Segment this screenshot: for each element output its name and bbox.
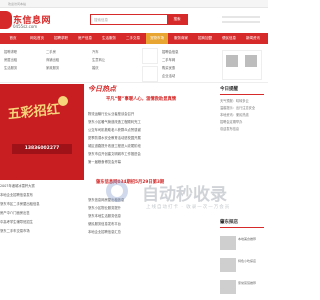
news-link[interactable]: 本地企业招聘信息发布 xyxy=(0,191,86,200)
left-news-list: 2007年诸城冰雪杯大赛 本地企业招聘信息发布 肇东市区二手房屋出租信息 房产中介门面… xyxy=(0,182,86,236)
explore-item[interactable]: 本地美食推荐 xyxy=(220,234,266,256)
side-link[interactable]: 招聘会信息 xyxy=(162,48,212,56)
news-link[interactable]: 肇东二手车交易市场 xyxy=(0,227,86,236)
reminder-item: 招聘会定期举办 xyxy=(220,120,243,124)
welcome-text: 欢迎访问本站 xyxy=(8,2,27,6)
sponsor-thumb[interactable] xyxy=(142,66,158,82)
news-link[interactable]: 中高考学生辅导班招生 xyxy=(0,218,86,227)
banner-title: 五彩招红 xyxy=(7,102,61,123)
nav-item[interactable]: 新闻资讯 xyxy=(242,33,264,44)
subnav-col-1: 招聘求职 房屋出租 生活服务 xyxy=(4,48,40,72)
reminder-item: 本地资讯：便民热线 xyxy=(220,113,249,117)
main-nav: 首页 网站首页 招聘求职 房产信息 生活服务 二手交易 宠物市场 服务商家 招商加盟 便民信息 新闻… xyxy=(0,33,268,44)
subnav-col-3: 汽车 生意转让 婚庆 xyxy=(92,48,128,72)
reminder-item: 天气预报：晴转多云 xyxy=(220,99,249,103)
reminder-title: 今日提醒 xyxy=(220,87,238,92)
nav-item[interactable]: 招聘求职 xyxy=(50,33,72,44)
header-right xyxy=(222,16,262,26)
news-link[interactable]: 第一届粮食博览会开幕 xyxy=(88,158,208,166)
news-link[interactable]: 物流运输行业从业者座谈会召开 xyxy=(88,110,208,118)
news-link[interactable]: 2007年诸城冰雪杯大赛 xyxy=(0,182,86,191)
banner-badge-icon xyxy=(58,96,68,106)
explore-caption: 特色小吃探店 xyxy=(238,259,257,263)
subnav-link[interactable]: 汽车 xyxy=(92,48,128,56)
subnav-link[interactable]: 招聘求职 xyxy=(4,48,40,56)
nav-item[interactable]: 网站首页 xyxy=(26,33,48,44)
search-input[interactable]: 搜索信息 xyxy=(94,18,108,23)
top-bar: 欢迎访问本站 xyxy=(0,0,268,8)
qr-codes xyxy=(222,50,262,80)
divider xyxy=(220,94,264,95)
nav-item[interactable]: 招商加盟 xyxy=(194,33,216,44)
reminder-list: 天气预报：晴转多云 温馨提示：出行注意安全 本地资讯：便民热线 招聘会定期举办 … xyxy=(220,98,266,133)
explore-thumb xyxy=(220,280,236,294)
side-links: 招聘会信息 二手车网 购买优惠 企业活动 xyxy=(162,48,212,80)
explore-item[interactable]: 特色小吃探店 xyxy=(220,256,266,278)
nav-item[interactable]: 首页 xyxy=(2,33,24,44)
subnav-link[interactable]: 家政服务 xyxy=(46,64,82,72)
news-link[interactable]: 肇东市召开创建文明城市工作推进会 xyxy=(88,150,208,158)
news-link[interactable]: 房产中介门面房出售 xyxy=(0,209,86,218)
nav-item[interactable]: 房产信息 xyxy=(74,33,96,44)
news-link[interactable]: 肇东市区二手房屋出租信息 xyxy=(0,200,86,209)
subnav-link[interactable]: 二手房 xyxy=(46,48,82,56)
subnav-link[interactable]: 商铺出租 xyxy=(46,56,82,64)
explore-thumb xyxy=(220,236,236,250)
search-box[interactable]: 搜索信息 搜索 xyxy=(90,14,188,25)
subnav-link[interactable]: 婚庆 xyxy=(92,64,128,72)
explore-item[interactable]: 家常菜馆推荐 xyxy=(220,278,266,300)
watermark-text: 自动秒收录 xyxy=(142,185,227,205)
side-link[interactable]: 企业活动 xyxy=(162,72,212,80)
promo-banner[interactable]: 五彩招红 13836002277 xyxy=(0,84,84,180)
qr-code-icon xyxy=(226,55,238,67)
watermark-subtext: 上线自动打卡 · 收录一次一万会员 xyxy=(146,205,231,210)
explore-thumb xyxy=(220,258,236,272)
site-logo[interactable]: 东信息网 0455sz.com xyxy=(0,11,60,31)
divider xyxy=(220,227,264,228)
side-link[interactable]: 购买优惠 xyxy=(162,64,212,72)
news-list: 物流运输行业从业者座谈会召开 肇东小区暖气管道改造工程顺利完工 公交车司机救助老人获… xyxy=(88,110,208,166)
nav-item[interactable]: 宠物市场 xyxy=(146,33,168,44)
subnav-link[interactable]: 房屋出租 xyxy=(4,56,40,64)
subnav-col-2: 二手房 商铺出租 家政服务 xyxy=(46,48,82,72)
headline-link[interactable]: 平凡“警”事暖人心，温情救助显真情 xyxy=(106,96,176,102)
reminder-item: 温馨提示：出行注意安全 xyxy=(220,106,256,110)
sponsor-thumb[interactable] xyxy=(142,48,158,64)
news-link[interactable]: 夏季防溺水安全教育活动进校园开展 xyxy=(88,134,208,142)
subnav-link[interactable]: 生活服务 xyxy=(4,64,40,72)
search-button[interactable]: 搜索 xyxy=(167,15,187,24)
explore-caption: 家常菜馆推荐 xyxy=(238,281,257,285)
nav-item[interactable]: 服务商家 xyxy=(170,33,192,44)
logo-mark-icon xyxy=(0,11,12,29)
nav-item[interactable]: 便民信息 xyxy=(218,33,240,44)
subnav-link[interactable]: 生意转让 xyxy=(92,56,128,64)
today-hot-title: 今日热点 xyxy=(88,85,116,93)
watermark: 自动秒收录 上线自动打卡 · 收录一次一万会员 xyxy=(106,180,266,220)
reminder-item: 欢迎发布信息 xyxy=(220,127,240,131)
news-link[interactable]: 本地企业招聘信息汇总 xyxy=(88,228,208,236)
news-link[interactable]: 公交车司机救助老人获群众点赞感谢 xyxy=(88,126,208,134)
watermark-logo-icon xyxy=(106,180,140,202)
site-url: 0455sz.com xyxy=(13,24,38,29)
news-link[interactable]: 肇东小区暖气管道改造工程顺利完工 xyxy=(88,118,208,126)
qr-code-icon xyxy=(245,55,257,67)
banner-phone: 13836002277 xyxy=(12,144,72,154)
side-link[interactable]: 二手车网 xyxy=(162,56,212,64)
nav-item[interactable]: 二手交易 xyxy=(122,33,144,44)
news-link[interactable]: 便民服务信息发布平台 xyxy=(88,220,208,228)
explore-list: 本地美食推荐 特色小吃探店 家常菜馆推荐 xyxy=(220,234,266,300)
nav-item[interactable]: 生活服务 xyxy=(98,33,120,44)
explore-caption: 本地美食推荐 xyxy=(238,237,257,241)
news-link[interactable]: 城区道路提升改造工程进入收尾阶段 xyxy=(88,142,208,150)
header: 东信息网 0455sz.com 搜索信息 搜索 xyxy=(0,8,268,32)
